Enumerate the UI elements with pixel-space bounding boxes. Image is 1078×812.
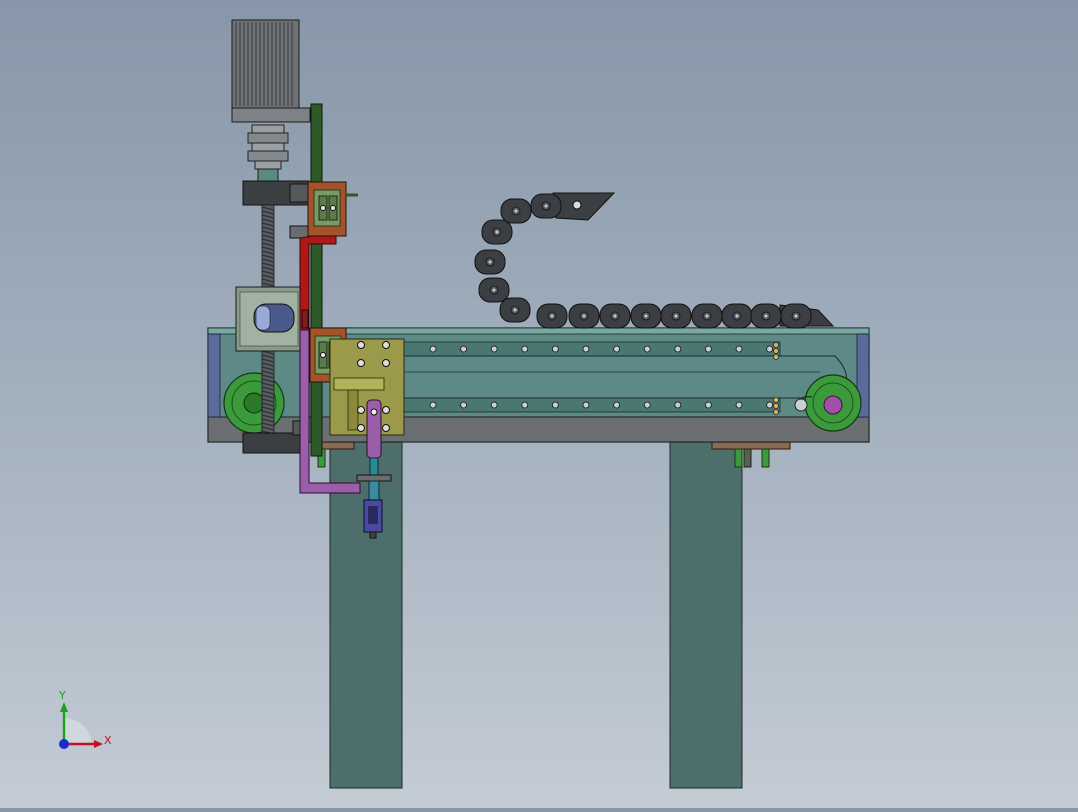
right-leg <box>669 439 743 789</box>
shaft-coupling <box>247 124 289 182</box>
x-axis-label: X <box>104 734 112 747</box>
y-axis-label: Y <box>58 689 66 702</box>
bottom-bearing-block <box>242 432 302 454</box>
left-pulley <box>223 372 285 434</box>
left-end-cap <box>207 333 221 418</box>
coordinate-triad: Y X <box>58 689 112 749</box>
servo-motor-body <box>231 19 300 109</box>
assembly-drawing: Y X <box>58 19 870 789</box>
upper-slider-carriage <box>307 181 358 237</box>
cad-viewport[interactable]: Y X <box>0 0 1078 808</box>
z-axis-dot <box>59 739 69 749</box>
vertical-guide-rail <box>310 103 323 457</box>
support-legs <box>315 439 791 789</box>
motor-flange <box>231 107 311 123</box>
motor-cooling-fins <box>235 22 293 106</box>
cable-carrier-chain <box>474 192 835 329</box>
